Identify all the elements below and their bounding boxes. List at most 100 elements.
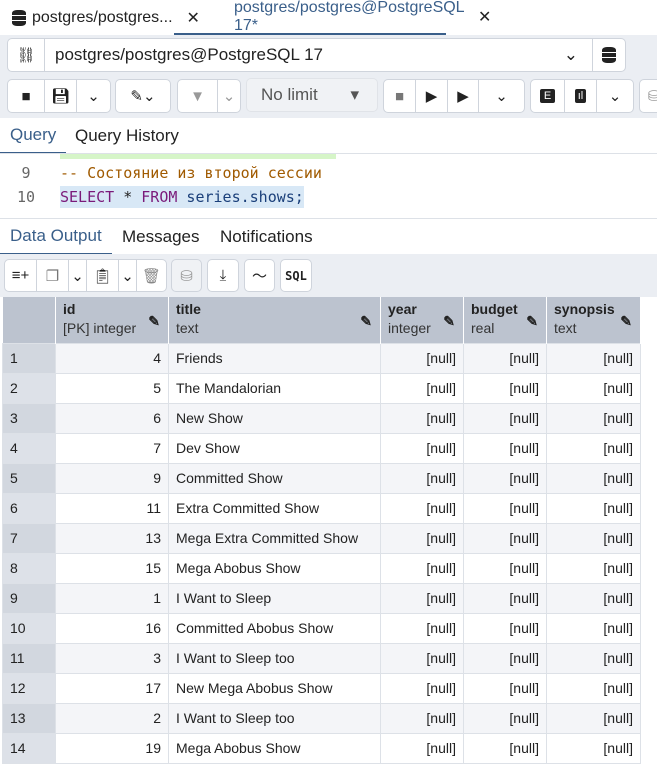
- cell-synopsis[interactable]: [null]: [546, 642, 641, 674]
- column-header-id[interactable]: id [PK] integer ✎: [55, 297, 169, 343]
- table-row[interactable]: 14 19 Mega Abobus Show [null] [null] [null]: [2, 732, 641, 764]
- table-row[interactable]: 91I Want to Sleep [null] [null] [null]: [2, 582, 641, 614]
- explain-dropdown[interactable]: ⌄: [597, 80, 633, 112]
- cell-title[interactable]: I Want to Sleep: [168, 582, 381, 614]
- cell-id[interactable]: 19: [55, 732, 169, 764]
- filter-dropdown[interactable]: ⌄: [218, 80, 240, 112]
- cell-year[interactable]: [null]: [380, 402, 464, 434]
- cell-synopsis[interactable]: [null]: [546, 582, 641, 614]
- cell-id[interactable]: 6: [55, 402, 169, 434]
- table-row[interactable]: 6 11 Extra Committed Show [null] [null] [null…: [2, 492, 641, 524]
- cell-synopsis[interactable]: [null]: [546, 672, 641, 704]
- table-row[interactable]: 4 7 Dev Show [null] [null] [null]: [2, 432, 641, 464]
- row-number[interactable]: 10: [2, 612, 56, 644]
- cell-synopsis[interactable]: [null]: [546, 372, 641, 404]
- cell-synopsis[interactable]: [null]: [546, 492, 641, 524]
- cell-id[interactable]: 1: [55, 582, 169, 614]
- execute-dropdown[interactable]: ⌄: [479, 80, 524, 112]
- cell-title[interactable]: Committed Abobus Show: [168, 612, 381, 644]
- graph-button[interactable]: 〜: [244, 259, 275, 292]
- cell-year[interactable]: [null]: [380, 552, 464, 584]
- cell-budget[interactable]: [null]: [463, 582, 547, 614]
- cell-title[interactable]: Mega Abobus Show: [168, 732, 381, 764]
- row-number[interactable]: 6: [2, 492, 56, 524]
- row-number[interactable]: 14: [2, 732, 56, 764]
- cell-title[interactable]: The Mandalorian: [168, 372, 381, 404]
- cell-budget[interactable]: [null]: [463, 462, 547, 494]
- cell-title[interactable]: Extra Committed Show: [168, 492, 381, 524]
- row-number[interactable]: 8: [2, 552, 56, 584]
- add-row-button[interactable]: ≡+: [5, 260, 37, 291]
- cell-year[interactable]: [null]: [380, 612, 464, 644]
- save-button[interactable]: 💾︎: [45, 80, 77, 112]
- cell-year[interactable]: [null]: [380, 642, 464, 674]
- cell-budget[interactable]: [null]: [463, 342, 547, 374]
- new-connection-icon[interactable]: [593, 39, 625, 71]
- cell-synopsis[interactable]: [null]: [546, 522, 641, 554]
- row-number[interactable]: 5: [2, 462, 56, 494]
- table-row[interactable]: 3 6 New Show [null] [null] [null]: [2, 402, 641, 434]
- paste-button[interactable]: 📋︎: [87, 260, 119, 291]
- cell-budget[interactable]: [null]: [463, 372, 547, 404]
- row-number[interactable]: 7: [2, 522, 56, 554]
- cell-year[interactable]: [null]: [380, 342, 464, 374]
- row-number[interactable]: 2: [2, 372, 56, 404]
- editor-tab[interactable]: postgres/postgres... ✕: [12, 0, 200, 35]
- cell-synopsis[interactable]: [null]: [546, 732, 641, 764]
- table-row[interactable]: 10 16 Committed Abobus Show [null] [null] [nu…: [2, 612, 641, 644]
- cell-budget[interactable]: [null]: [463, 702, 547, 734]
- cell-year[interactable]: [null]: [380, 702, 464, 734]
- execute-script-button[interactable]: ▶: [448, 80, 479, 112]
- close-icon[interactable]: ✕: [478, 7, 491, 27]
- column-header-synopsis[interactable]: synopsis text ✎: [546, 297, 641, 343]
- row-number[interactable]: 9: [2, 582, 56, 614]
- edit-button[interactable]: ✎⌄: [115, 79, 171, 113]
- commit-button[interactable]: ⛁: [639, 79, 657, 113]
- cell-id[interactable]: 3: [55, 642, 169, 674]
- cell-year[interactable]: [null]: [380, 492, 464, 524]
- cell-title[interactable]: I Want to Sleep too: [168, 702, 381, 734]
- copy-dropdown[interactable]: ⌄: [69, 260, 87, 291]
- row-number[interactable]: 12: [2, 672, 56, 704]
- cell-synopsis[interactable]: [null]: [546, 612, 641, 644]
- table-row[interactable]: 2 5 The Mandalorian [null] [null] [null]: [2, 372, 641, 404]
- cell-id[interactable]: 11: [55, 492, 169, 524]
- cell-year[interactable]: [null]: [380, 672, 464, 704]
- explain-analyze-button[interactable]: ıl: [565, 80, 597, 112]
- cell-title[interactable]: Friends: [168, 342, 381, 374]
- connection-select[interactable]: postgres/postgres@PostgreSQL 17 ⌄: [45, 39, 593, 71]
- tab-messages[interactable]: Messages: [122, 219, 199, 255]
- cell-title[interactable]: I Want to Sleep too: [168, 642, 381, 674]
- cell-title[interactable]: Mega Abobus Show: [168, 552, 381, 584]
- delete-button[interactable]: 🗑︎: [137, 260, 166, 291]
- cell-year[interactable]: [null]: [380, 462, 464, 494]
- table-row[interactable]: 7 13 Mega Extra Committed Show [null] [null]…: [2, 522, 641, 554]
- cell-budget[interactable]: [null]: [463, 732, 547, 764]
- cell-budget[interactable]: [null]: [463, 672, 547, 704]
- cell-title[interactable]: Committed Show: [168, 462, 381, 494]
- row-number[interactable]: 1: [2, 342, 56, 374]
- save-dropdown[interactable]: ⌄: [77, 80, 110, 112]
- column-header-title[interactable]: title text ✎: [168, 297, 381, 343]
- column-header-year[interactable]: year integer ✎: [380, 297, 464, 343]
- cell-id[interactable]: 9: [55, 462, 169, 494]
- cell-id[interactable]: 7: [55, 432, 169, 464]
- cell-id[interactable]: 4: [55, 342, 169, 374]
- explain-button[interactable]: E: [531, 80, 565, 112]
- copy-button[interactable]: ❐: [37, 260, 69, 291]
- table-row[interactable]: 12 17 New Mega Abobus Show [null] [null] [nul…: [2, 672, 641, 704]
- cell-budget[interactable]: [null]: [463, 432, 547, 464]
- row-number[interactable]: 4: [2, 432, 56, 464]
- table-row[interactable]: 1 4 Friends [null] [null] [null]: [2, 342, 641, 374]
- cell-budget[interactable]: [null]: [463, 492, 547, 524]
- execute-button[interactable]: ▶: [416, 80, 448, 112]
- cell-synopsis[interactable]: [null]: [546, 402, 641, 434]
- cell-synopsis[interactable]: [null]: [546, 552, 641, 584]
- cell-title[interactable]: New Mega Abobus Show: [168, 672, 381, 704]
- table-row[interactable]: 11 3 I Want to Sleep too [null] [null] [null]: [2, 642, 641, 674]
- save-data-button[interactable]: ⛁: [171, 259, 202, 292]
- paste-dropdown[interactable]: ⌄: [119, 260, 137, 291]
- cell-budget[interactable]: [null]: [463, 552, 547, 584]
- cell-year[interactable]: [null]: [380, 522, 464, 554]
- cell-year[interactable]: [null]: [380, 432, 464, 464]
